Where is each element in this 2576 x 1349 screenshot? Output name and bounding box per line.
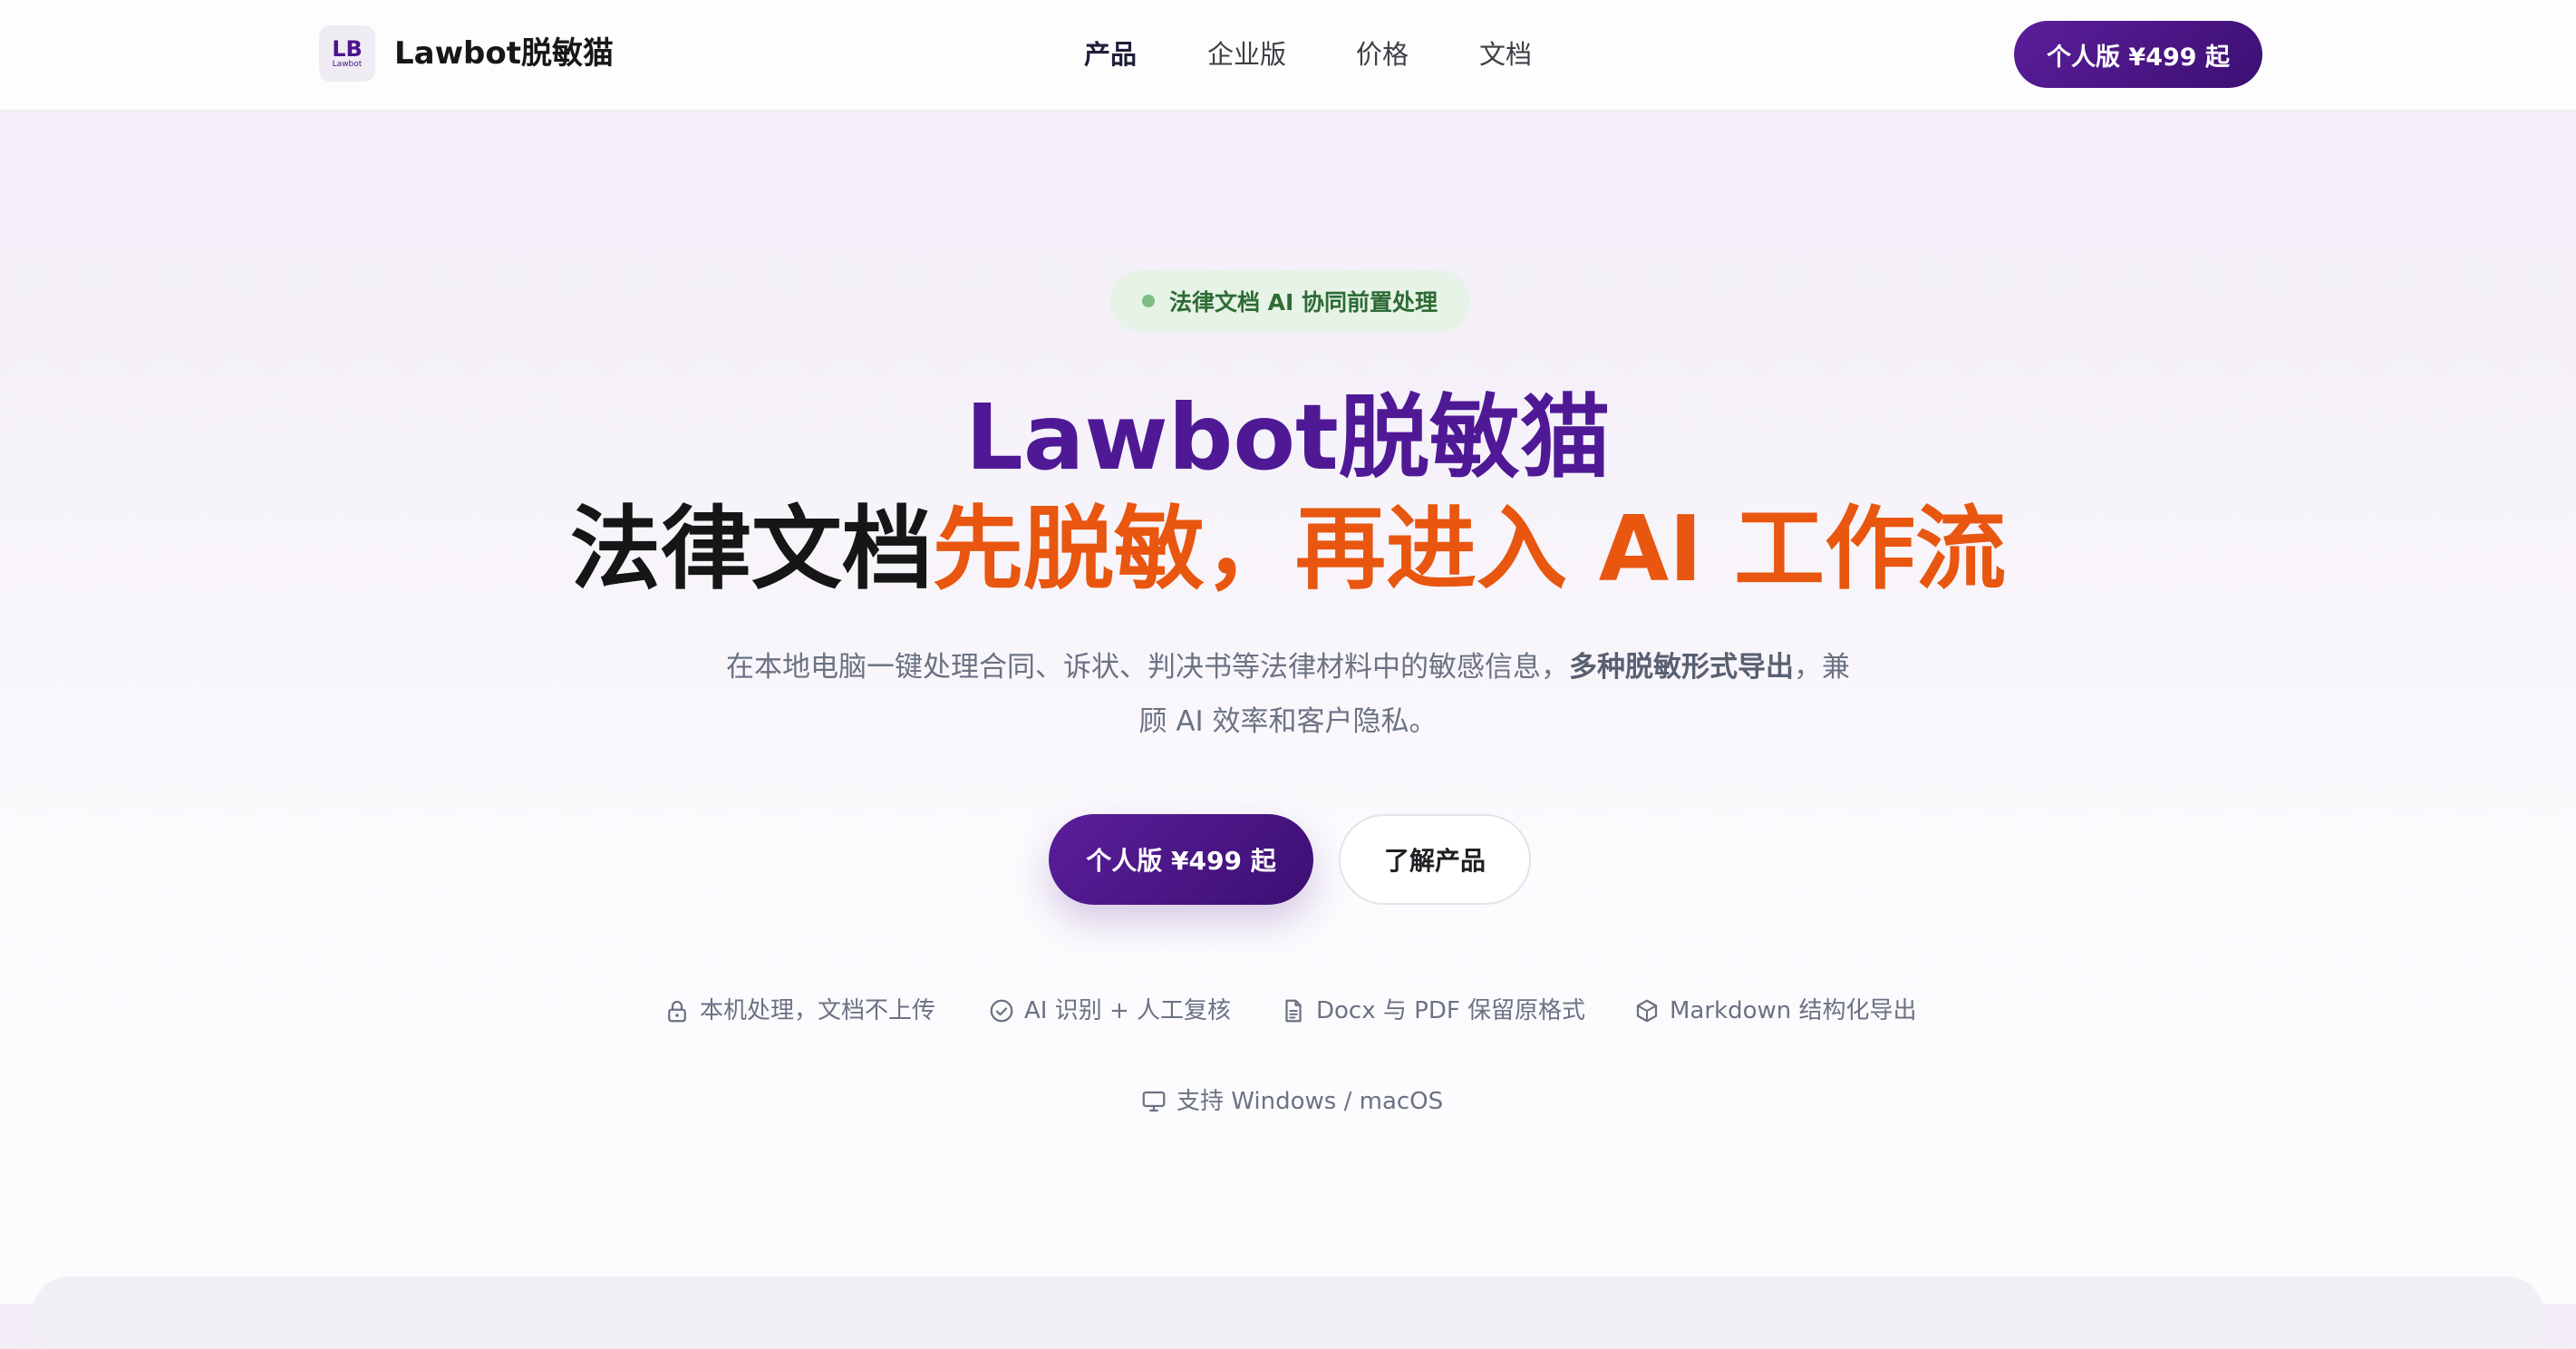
hero-title-accent: 先脱敏，再进入 AI 工作流 [932, 496, 2007, 602]
brand-name[interactable]: Lawbot脱敏猫 [394, 29, 614, 78]
hero-title-tagline: 法律文档先脱敏，再进入 AI 工作流 [0, 492, 2576, 607]
feature-platform-support: 支持 Windows / macOS [1140, 1083, 1443, 1120]
top-navbar: LB Lawbot Lawbot脱敏猫 产品 企业版 价格 文档 个人版 ¥49… [0, 0, 2576, 112]
monitor-icon [1142, 1091, 1166, 1112]
hero-title-dark: 法律文档 [569, 496, 933, 602]
logo-caption: Lawbot [332, 59, 363, 69]
hero-subtitle-text-1: 在本地电脑一键处理合同、诉状、判决书等法律材料中的敏感信息， [726, 651, 1569, 684]
hero-badge-label: 法律文档 AI 协同前置处理 [1168, 289, 1438, 315]
feature-markdown-export: Markdown 结构化导出 [1633, 993, 1917, 1029]
feature-label: Docx 与 PDF 保留原格式 [1316, 997, 1586, 1024]
next-section-card [33, 1276, 2543, 1349]
feature-local-processing: 本机处理，文档不上传 [663, 993, 935, 1029]
cube-icon [1636, 999, 1658, 1023]
feature-label: 本机处理，文档不上传 [700, 997, 936, 1024]
hero-title-brand: Lawbot脱敏猫 [965, 384, 1611, 490]
document-icon [1285, 999, 1302, 1023]
learn-more-button[interactable]: 了解产品 [1339, 814, 1531, 905]
header-buy-button[interactable]: 个人版 ¥499 起 [2014, 21, 2262, 88]
hero-subtitle: 在本地电脑一键处理合同、诉状、判决书等法律材料中的敏感信息，多种脱敏形式导出，兼… [716, 640, 1860, 749]
hero-buy-button[interactable]: 个人版 ¥499 起 [1049, 814, 1313, 905]
logo-icon[interactable]: LB Lawbot [319, 25, 375, 82]
feature-label: Markdown 结构化导出 [1670, 997, 1917, 1024]
feature-format-preserve: Docx 与 PDF 保留原格式 [1280, 993, 1585, 1029]
nav-item-docs[interactable]: 文档 [1479, 33, 1532, 76]
hero-subtitle-highlight: 多种脱敏形式导出 [1569, 651, 1794, 684]
feature-ai-review: AI 识别 + 人工复核 [988, 993, 1231, 1029]
nav-item-product[interactable]: 产品 [1084, 33, 1137, 76]
feature-label: 支持 Windows / macOS [1177, 1088, 1444, 1115]
logo-mark: LB [332, 35, 363, 62]
nav-item-pricing[interactable]: 价格 [1356, 33, 1409, 76]
badge-dot-icon [1141, 295, 1155, 307]
nav-item-enterprise[interactable]: 企业版 [1207, 33, 1286, 76]
hero-badge: 法律文档 AI 协同前置处理 [1109, 270, 1470, 332]
lock-icon [668, 1000, 686, 1023]
check-circle-icon [990, 999, 1013, 1023]
feature-label: AI 识别 + 人工复核 [1024, 997, 1232, 1024]
